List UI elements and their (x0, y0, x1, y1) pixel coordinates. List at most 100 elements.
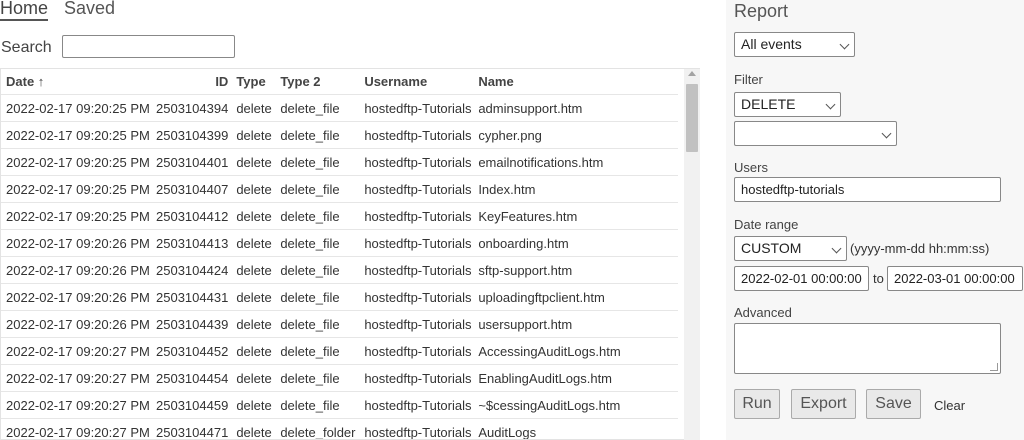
cell-date: 2022-02-17 09:20:25 PM (1, 202, 156, 230)
users-input[interactable]: hostedftp-tutorials (734, 177, 1001, 202)
cell-date: 2022-02-17 09:20:27 PM (1, 337, 156, 365)
search-label: Search (1, 39, 52, 56)
cell-id: 2503104471 (156, 418, 237, 439)
column-header-type[interactable]: Type (236, 69, 280, 95)
date-range-select[interactable]: CUSTOM (734, 236, 847, 261)
table-row[interactable]: 2022-02-17 09:20:25 PM 2503104401 delete de… (1, 148, 679, 176)
table-row[interactable]: 2022-02-17 09:20:27 PM 2503104459 delete de… (1, 391, 679, 419)
cell-type: delete (236, 310, 281, 338)
table-row[interactable]: 2022-02-17 09:20:25 PM 2503104394 delete de… (1, 94, 679, 122)
table-row[interactable]: 2022-02-17 09:20:25 PM 2503104407 delete de… (1, 175, 679, 203)
cell-date: 2022-02-17 09:20:26 PM (1, 256, 156, 284)
column-header-date[interactable]: Date ↑ (1, 69, 156, 95)
cell-name: KeyFeatures.htm (478, 202, 679, 230)
cell-type2: delete_file (280, 175, 365, 203)
cell-type: delete (236, 229, 281, 257)
cell-type: delete (236, 202, 281, 230)
table-row[interactable]: 2022-02-17 09:20:27 PM 2503104471 delete de… (1, 418, 679, 439)
run-button[interactable]: Run (734, 389, 780, 419)
advanced-label: Advanced (734, 305, 792, 320)
search-input[interactable] (62, 35, 235, 58)
table-header-row: Date ↑ ID Type Type 2 Username Name (1, 69, 678, 95)
cell-type2: delete_file (280, 283, 365, 311)
cell-type2: delete_file (280, 256, 365, 284)
cell-type2: delete_file (280, 364, 365, 392)
cell-name: Index.htm (478, 175, 679, 203)
cell-date: 2022-02-17 09:20:27 PM (1, 418, 156, 439)
filter-select[interactable]: DELETE (734, 92, 841, 117)
cell-username: hostedftp-Tutorials (364, 175, 479, 203)
cell-name: uploadingftpclient.htm (478, 283, 679, 311)
cell-username: hostedftp-Tutorials (364, 283, 479, 311)
cell-username: hostedftp-Tutorials (364, 418, 479, 439)
cell-username: hostedftp-Tutorials (364, 364, 479, 392)
clear-link[interactable]: Clear (934, 398, 965, 413)
results-table: Date ↑ ID Type Type 2 Username Name 2022… (0, 68, 700, 440)
cell-id: 2503104454 (156, 364, 237, 392)
cell-type2: delete_file (280, 121, 365, 149)
table-row[interactable]: 2022-02-17 09:20:25 PM 2503104412 delete de… (1, 202, 679, 230)
cell-name: onboarding.htm (478, 229, 679, 257)
date-range-label: Date range (734, 217, 799, 232)
cell-id: 2503104452 (156, 337, 237, 365)
table-row[interactable]: 2022-02-17 09:20:26 PM 2503104413 delete de… (1, 229, 679, 257)
table-row[interactable]: 2022-02-17 09:20:27 PM 2503104452 delete de… (1, 337, 679, 365)
column-header-name[interactable]: Name (478, 69, 678, 95)
table-scrollbar[interactable] (684, 69, 700, 440)
cell-name: EnablingAuditLogs.htm (478, 364, 679, 392)
cell-id: 2503104413 (156, 229, 237, 257)
table-row[interactable]: 2022-02-17 09:20:26 PM 2503104439 delete de… (1, 310, 679, 338)
date-format-hint: (yyyy-mm-dd hh:mm:ss) (850, 241, 990, 256)
cell-username: hostedftp-Tutorials (364, 256, 479, 284)
date-to-separator: to (873, 271, 884, 286)
cell-date: 2022-02-17 09:20:25 PM (1, 94, 156, 122)
cell-id: 2503104401 (156, 148, 237, 176)
date-to-input[interactable]: 2022-03-01 00:00:00 (887, 266, 1023, 291)
cell-type2: delete_file (280, 391, 365, 419)
cell-date: 2022-02-17 09:20:25 PM (1, 148, 156, 176)
cell-type: delete (236, 283, 281, 311)
table-row[interactable]: 2022-02-17 09:20:25 PM 2503104399 delete de… (1, 121, 679, 149)
cell-name: adminsupport.htm (478, 94, 679, 122)
tab-home[interactable]: Home (0, 0, 49, 21)
cell-id: 2503104412 (156, 202, 237, 230)
column-header-id[interactable]: ID (156, 69, 236, 95)
report-panel: Report All events Filter DELETE Users ho… (726, 0, 1024, 440)
cell-id: 2503104439 (156, 310, 237, 338)
event-type-select[interactable]: All events (734, 32, 855, 57)
cell-username: hostedftp-Tutorials (364, 121, 479, 149)
column-header-username[interactable]: Username (364, 69, 478, 95)
filter-label: Filter (734, 72, 763, 87)
cell-name: emailnotifications.htm (478, 148, 679, 176)
cell-id: 2503104407 (156, 175, 237, 203)
filter-select-value: DELETE (741, 96, 796, 112)
cell-type: delete (236, 364, 281, 392)
cell-type2: delete_file (280, 229, 365, 257)
table-row[interactable]: 2022-02-17 09:20:27 PM 2503104454 delete de… (1, 364, 679, 392)
cell-username: hostedftp-Tutorials (364, 94, 479, 122)
table-row[interactable]: 2022-02-17 09:20:26 PM 2503104431 delete de… (1, 283, 679, 311)
cell-type: delete (236, 175, 281, 203)
scrollbar-thumb[interactable] (686, 84, 698, 152)
cell-username: hostedftp-Tutorials (364, 337, 479, 365)
cell-date: 2022-02-17 09:20:26 PM (1, 283, 156, 311)
cell-type2: delete_file (280, 310, 365, 338)
cell-name: AuditLogs (478, 418, 679, 439)
export-button[interactable]: Export (791, 389, 856, 419)
advanced-textarea[interactable] (734, 323, 1001, 374)
cell-name: sftp-support.htm (478, 256, 679, 284)
save-button[interactable]: Save (866, 389, 921, 419)
tab-saved[interactable]: Saved (64, 0, 115, 19)
cell-type: delete (236, 94, 281, 122)
cell-id: 2503104394 (156, 94, 237, 122)
cell-type2: delete_file (280, 94, 365, 122)
table-row[interactable]: 2022-02-17 09:20:26 PM 2503104424 delete de… (1, 256, 679, 284)
column-header-type2[interactable]: Type 2 (280, 69, 364, 95)
date-from-input[interactable]: 2022-02-01 00:00:00 (734, 266, 869, 291)
resize-handle-icon[interactable] (990, 363, 998, 371)
scroll-up-arrow-icon[interactable] (688, 71, 696, 76)
chevron-down-icon (831, 243, 842, 254)
filter-value-select[interactable] (734, 121, 897, 146)
cell-type2: delete_folder (280, 418, 365, 439)
event-type-select-value: All events (741, 36, 802, 52)
